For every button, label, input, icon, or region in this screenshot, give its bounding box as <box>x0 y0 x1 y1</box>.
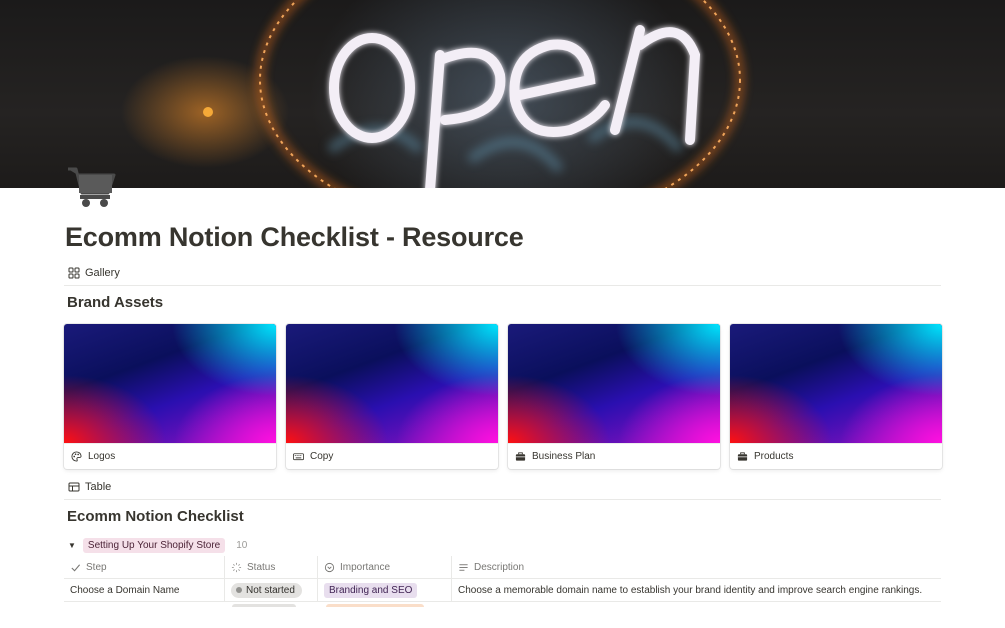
cell-status[interactable]: Not started <box>225 579 318 601</box>
step-text: Choose a Domain Name <box>70 584 180 596</box>
card-label: Products <box>754 451 794 462</box>
cell-importance[interactable]: Branding and SEO <box>318 579 452 601</box>
briefcase-icon <box>737 452 748 461</box>
column-label: Step <box>86 561 107 573</box>
section-title-brand-assets[interactable]: Brand Assets <box>67 294 163 311</box>
table-icon <box>68 481 80 493</box>
gallery-card-products[interactable]: Products <box>730 324 942 469</box>
importance-tag: Branding and SEO <box>324 582 418 598</box>
divider <box>64 285 941 286</box>
column-label: Status <box>247 561 276 573</box>
card-label: Copy <box>310 451 334 462</box>
gallery-card-logos[interactable]: Logos <box>64 324 276 469</box>
table-header: Step Status Importance Description <box>64 556 941 579</box>
group-count: 10 <box>236 539 248 551</box>
shopping-cart-icon[interactable] <box>66 165 116 209</box>
cell-step[interactable]: Choose a Domain Name <box>64 579 225 601</box>
card-cover-gradient <box>64 324 276 443</box>
keyboard-icon <box>293 453 304 461</box>
card-label: Logos <box>88 451 116 462</box>
gallery-card-business-plan[interactable]: Business Plan <box>508 324 720 469</box>
next-row-importance-partial <box>326 604 424 607</box>
description-text: Choose a memorable domain name to establ… <box>458 584 923 596</box>
check-icon <box>71 563 81 572</box>
column-header-description[interactable]: Description <box>452 556 941 578</box>
status-text: Not started <box>246 584 295 596</box>
column-header-status[interactable]: Status <box>225 556 318 578</box>
open-neon-sign-graphic <box>203 0 744 188</box>
column-label: Description <box>474 561 525 573</box>
text-lines-icon <box>459 563 468 571</box>
cell-description[interactable]: Choose a memorable domain name to establ… <box>452 579 941 601</box>
gallery-card-copy[interactable]: Copy <box>286 324 498 469</box>
card-cover-gradient <box>508 324 720 443</box>
group-header: ▼ Setting Up Your Shopify Store 10 <box>68 537 247 553</box>
briefcase-icon <box>515 452 526 461</box>
collapse-caret-icon[interactable]: ▼ <box>68 541 76 550</box>
palette-icon <box>71 451 82 462</box>
card-cover-gradient <box>730 324 942 443</box>
status-badge: Not started <box>231 582 302 598</box>
cover-image <box>0 0 1005 188</box>
checklist-table: Step Status Importance Description Choos… <box>64 556 941 602</box>
group-tag[interactable]: Setting Up Your Shopify Store <box>82 537 226 553</box>
card-label: Business Plan <box>532 451 596 462</box>
divider <box>64 499 941 500</box>
status-spinner-icon <box>231 562 242 572</box>
tab-gallery[interactable]: Gallery <box>68 263 120 283</box>
column-label: Importance <box>340 561 391 573</box>
tab-gallery-label: Gallery <box>85 267 120 279</box>
section-title-checklist[interactable]: Ecomm Notion Checklist <box>67 508 244 525</box>
next-row-status-partial <box>232 604 296 607</box>
gallery-grid-icon <box>68 267 80 279</box>
column-header-step[interactable]: Step <box>64 556 225 578</box>
tab-table-label: Table <box>85 481 112 493</box>
table-row[interactable]: Choose a Domain Name Not started Brandin… <box>64 579 941 602</box>
page-title[interactable]: Ecomm Notion Checklist - Resource <box>65 222 524 253</box>
select-icon <box>324 562 335 572</box>
column-header-importance[interactable]: Importance <box>318 556 452 578</box>
tab-table[interactable]: Table <box>68 477 111 497</box>
card-cover-gradient <box>286 324 498 443</box>
status-dot-icon <box>236 587 242 593</box>
